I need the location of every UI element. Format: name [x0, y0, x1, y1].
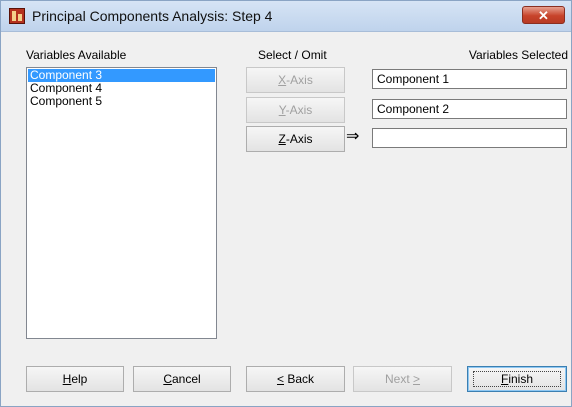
help-label: elp [71, 372, 88, 386]
x-axis-label: -Axis [286, 73, 313, 87]
arrow-icon: ⇒ [346, 128, 360, 145]
back-mnemonic: < [276, 372, 284, 386]
x-axis-field[interactable]: Component 1 [372, 69, 567, 89]
close-button[interactable]: ✕ [522, 6, 565, 24]
focus-rectangle [473, 371, 561, 387]
title-bar[interactable]: Principal Components Analysis: Step 4 ✕ [1, 1, 571, 32]
variables-selected-label: Variables Selected [468, 48, 568, 62]
z-axis-mnemonic: Z [278, 132, 286, 146]
variables-available-list[interactable]: Component 3 Component 4 Component 5 [26, 67, 217, 339]
next-label: Next [384, 372, 413, 386]
next-button[interactable]: Next > [353, 366, 452, 392]
cancel-mnemonic: C [163, 372, 172, 386]
z-axis-label: -Axis [285, 132, 313, 146]
variables-available-label: Variables Available [26, 48, 127, 62]
app-icon [9, 8, 25, 24]
z-axis-button[interactable]: Z-Axis [246, 126, 345, 152]
x-axis-mnemonic: X [278, 73, 287, 87]
finish-button[interactable]: Finish [467, 366, 567, 392]
next-mnemonic: > [413, 372, 421, 386]
dialog-window: Principal Components Analysis: Step 4 ✕ … [0, 0, 572, 407]
window-title: Principal Components Analysis: Step 4 [32, 8, 273, 24]
back-label: Back [284, 372, 315, 386]
z-axis-field[interactable] [372, 128, 567, 148]
x-axis-button[interactable]: X-Axis [246, 67, 345, 93]
cancel-button[interactable]: Cancel [133, 366, 231, 392]
cancel-label: ancel [171, 372, 201, 386]
y-axis-button[interactable]: Y-Axis [246, 97, 345, 123]
y-axis-label: -Axis [285, 103, 313, 117]
y-axis-field[interactable]: Component 2 [372, 99, 567, 119]
list-item[interactable]: Component 5 [28, 95, 215, 108]
help-button[interactable]: Help [26, 366, 124, 392]
select-omit-label: Select / Omit [258, 48, 327, 62]
close-icon: ✕ [538, 8, 549, 23]
back-button[interactable]: < Back [246, 366, 345, 392]
y-axis-mnemonic: Y [278, 103, 286, 117]
